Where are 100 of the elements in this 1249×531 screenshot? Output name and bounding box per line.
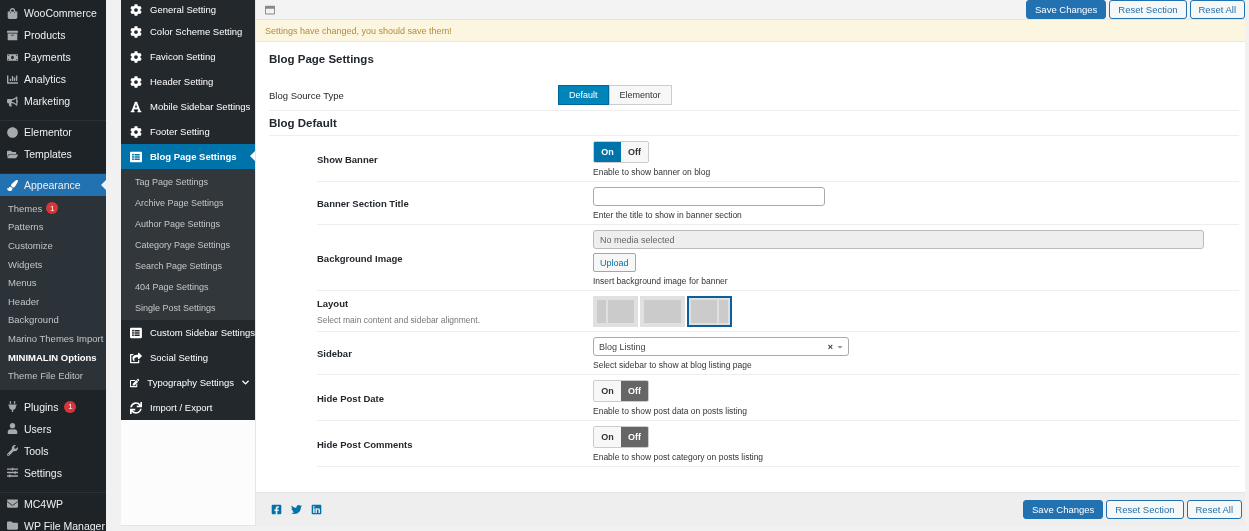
admin-submenu-item[interactable]: Customize xyxy=(0,236,106,255)
plug-icon xyxy=(7,401,18,413)
chevron-down-icon[interactable] xyxy=(241,378,249,387)
field-label: Hide Post Date xyxy=(317,392,386,404)
admin-submenu-item[interactable]: Header xyxy=(0,291,106,311)
admin-menu-item[interactable]: Tools xyxy=(0,439,106,462)
sliders-icon xyxy=(7,467,18,479)
field-label: Blog Source Type xyxy=(269,89,345,101)
on-off-switch[interactable]: On Off xyxy=(593,426,649,448)
admin-menu-item[interactable]: Products xyxy=(0,24,106,46)
admin-menu-item[interactable]: Settings xyxy=(0,461,106,493)
layout-option[interactable] xyxy=(687,296,732,327)
wrench-icon xyxy=(7,445,18,457)
bar-chart-icon xyxy=(7,73,18,85)
options-nav-item[interactable]: Import / Export xyxy=(121,395,255,420)
options-nav-item[interactable]: Header Setting xyxy=(121,69,255,94)
options-subnav-item[interactable]: 404 Page Settings xyxy=(121,276,255,297)
options-subnav-item[interactable]: Single Post Settings xyxy=(121,297,255,318)
count-badge: 1 xyxy=(64,400,77,413)
admin-menu-item[interactable]: Marketing xyxy=(0,90,106,121)
options-subnav-item[interactable]: Category Page Settings xyxy=(121,234,255,255)
upload-button[interactable]: Upload xyxy=(593,253,636,272)
save-changes-button[interactable]: Save Changes xyxy=(1023,500,1104,519)
media-url-field[interactable]: No media selected xyxy=(593,230,1204,249)
options-subnav-item[interactable]: Archive Page Settings xyxy=(121,192,255,213)
admin-menu-item[interactable]: WooCommerce xyxy=(0,2,106,24)
user-icon xyxy=(7,423,18,435)
refresh-icon xyxy=(130,401,142,414)
help-text: Insert background image for banner xyxy=(593,276,728,286)
input-field[interactable] xyxy=(593,187,825,206)
reset-button[interactable]: Reset Section xyxy=(1109,0,1187,19)
on-toggle[interactable]: On xyxy=(594,381,621,401)
folder-icon xyxy=(7,520,18,531)
gear-icon xyxy=(130,75,142,88)
options-nav-item[interactable]: Color Scheme Setting xyxy=(121,19,255,44)
gear-icon xyxy=(130,125,142,138)
off-toggle[interactable]: Off xyxy=(621,142,648,162)
source-type-option[interactable]: Elementor xyxy=(608,85,672,105)
window-icon[interactable] xyxy=(265,4,275,15)
admin-menu-item[interactable]: Payments xyxy=(0,46,106,68)
off-toggle[interactable]: Off xyxy=(621,427,648,447)
gear-icon xyxy=(130,25,142,38)
on-toggle[interactable]: On xyxy=(594,427,621,447)
admin-submenu-item[interactable]: Theme File Editor xyxy=(0,366,106,385)
section-title: Blog Default xyxy=(269,111,1239,136)
admin-menu-item[interactable]: MC4WP xyxy=(0,492,106,515)
admin-menu-item[interactable]: Appearance xyxy=(0,174,106,196)
letter-a-icon xyxy=(130,100,142,113)
field-label: Show Banner xyxy=(317,153,379,165)
field-label: Sidebar xyxy=(317,348,353,359)
count-badge: 1 xyxy=(46,202,59,215)
options-nav-item[interactable]: Footer Setting xyxy=(121,119,255,144)
reset-button[interactable]: Reset All xyxy=(1189,0,1245,19)
field-description: Select main content and sidebar alignment. xyxy=(317,315,481,325)
page-title: Blog Page Settings xyxy=(269,53,375,65)
on-toggle[interactable]: On xyxy=(594,142,621,162)
on-off-switch[interactable]: On Off xyxy=(593,380,649,402)
options-nav-item[interactable]: Mobile Sidebar Settings xyxy=(121,94,255,119)
on-off-switch[interactable]: On Off xyxy=(593,141,649,163)
admin-submenu-item[interactable]: Marino Themes Import xyxy=(0,329,106,348)
admin-submenu-item[interactable]: Themes 1 xyxy=(0,199,106,218)
options-nav-item[interactable]: Custom Sidebar Settings xyxy=(121,320,255,345)
admin-menu-item[interactable]: Elementor xyxy=(0,121,106,143)
paintbrush-icon xyxy=(7,179,18,191)
options-nav-item[interactable]: Blog Page Settings xyxy=(121,144,255,169)
options-nav-item[interactable]: Typography Settings xyxy=(121,370,255,395)
admin-menu-item[interactable]: Users xyxy=(0,417,106,440)
options-subnav-item[interactable]: Search Page Settings xyxy=(121,255,255,276)
help-text: Enable to show post data on posts listing xyxy=(593,406,748,416)
reset-button[interactable]: Reset All xyxy=(1186,500,1242,519)
save-changes-button[interactable]: Save Changes xyxy=(1026,0,1107,19)
admin-submenu-item[interactable]: Widgets xyxy=(0,254,106,274)
help-text: Select sidebar to show at blog listing page xyxy=(593,360,752,370)
options-nav-item[interactable]: Social Setting xyxy=(121,345,255,370)
list-icon xyxy=(130,150,142,163)
folder-icon xyxy=(7,148,18,160)
field-label: Background Image xyxy=(317,252,404,264)
options-subnav-item[interactable]: Tag Page Settings xyxy=(121,171,255,192)
admin-submenu-item[interactable]: Background xyxy=(0,310,106,330)
facebook-icon[interactable] xyxy=(271,504,282,515)
admin-submenu-item[interactable]: Patterns xyxy=(0,217,106,237)
admin-submenu-item[interactable]: MINIMALIN Options xyxy=(0,347,106,367)
twitter-icon[interactable] xyxy=(291,504,302,515)
admin-submenu-item[interactable]: Menus xyxy=(0,273,106,292)
clear-icon[interactable]: × xyxy=(827,341,833,352)
select-dropdown[interactable]: Blog Listing × xyxy=(593,337,849,356)
off-toggle[interactable]: Off xyxy=(621,381,648,401)
archive-box-icon xyxy=(7,29,18,41)
reset-button[interactable]: Reset Section xyxy=(1106,500,1184,519)
edit-icon xyxy=(130,376,140,389)
options-nav-item[interactable]: Favicon Setting xyxy=(121,44,255,69)
admin-menu-item[interactable]: Analytics xyxy=(0,68,106,90)
source-type-option[interactable]: Default xyxy=(558,85,609,105)
unsaved-notice: Settings have changed, you should save them! xyxy=(256,20,1245,42)
admin-menu-item[interactable]: Plugins 1 xyxy=(0,395,106,418)
envelope-icon xyxy=(7,498,18,510)
select-value: Blog Listing xyxy=(599,341,647,352)
options-subnav-item[interactable]: Author Page Settings xyxy=(121,213,255,234)
options-nav-item[interactable]: General Setting xyxy=(121,0,255,19)
linkedin-icon[interactable] xyxy=(311,504,322,515)
